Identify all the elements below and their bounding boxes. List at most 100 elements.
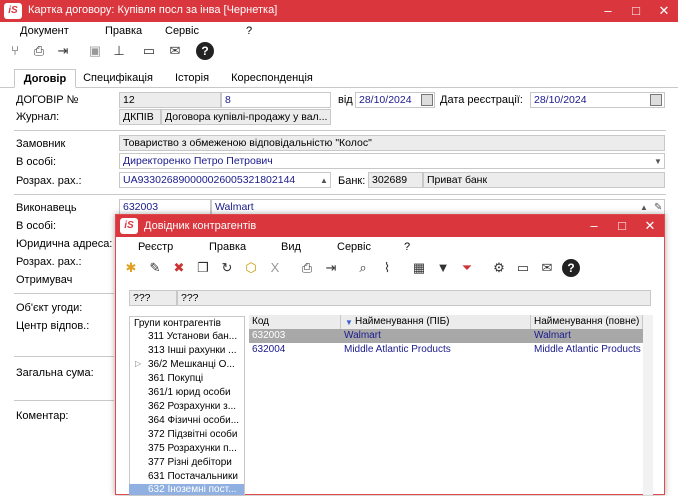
contract-no-label: ДОГОВІР № — [16, 94, 79, 106]
mail-icon[interactable]: ✉ — [538, 259, 556, 277]
chevron-right-icon[interactable]: ▷ — [135, 359, 141, 368]
help-icon[interactable]: ? — [196, 42, 214, 60]
dialog-maximize-button[interactable]: □ — [608, 215, 636, 237]
column-header-code[interactable]: Код — [249, 315, 341, 329]
dialog-menu-edit[interactable]: Правка — [209, 241, 246, 253]
comment-label: Коментар: — [16, 410, 69, 422]
contract-no-1-field[interactable]: 12 — [119, 92, 221, 108]
menu-edit[interactable]: Правка — [105, 25, 142, 37]
group-item[interactable]: 36/2 Мешканці О... — [148, 359, 235, 371]
sort-down-icon: ▼ — [345, 318, 353, 327]
bank-name-field: Приват банк — [423, 172, 665, 188]
journal-code-field[interactable]: ДКПІВ — [119, 109, 161, 125]
print-icon[interactable]: ⎙ — [30, 42, 48, 60]
calendar-icon[interactable] — [421, 94, 433, 106]
dialog-menu-service[interactable]: Сервіс — [337, 241, 371, 253]
reg-date-field[interactable]: 28/10/2024 — [530, 92, 665, 108]
journal-name-field: Договора купівлі-продажу у вал... — [161, 109, 331, 125]
settings-icon[interactable]: ⚙ — [490, 259, 508, 277]
cell-name: Walmart — [344, 330, 381, 341]
executor-code-field[interactable]: 632003 — [119, 199, 211, 215]
package-icon[interactable]: ⬡ — [242, 259, 260, 277]
help-icon[interactable]: ? — [562, 259, 580, 277]
filter-code-field[interactable]: ??? — [129, 290, 177, 306]
menu-service[interactable]: Сервіс — [165, 25, 199, 37]
executor-name-field[interactable]: Walmart — [211, 199, 665, 215]
filter-clear-icon[interactable]: ⏷ — [458, 259, 476, 277]
app-logo-icon: iS — [120, 218, 138, 234]
filter-name-field[interactable]: ??? — [177, 290, 651, 306]
group-item[interactable]: 313 Інші рахунки ... — [148, 345, 237, 357]
dialog-minimize-button[interactable]: – — [580, 215, 608, 237]
excel-icon[interactable]: X — [266, 259, 284, 277]
minimize-button[interactable]: – — [594, 0, 622, 22]
exit-icon[interactable]: ⇥ — [322, 259, 340, 277]
account-field[interactable]: UA933026890000026005321802144 — [119, 172, 331, 188]
vertical-scrollbar[interactable] — [643, 315, 653, 495]
delete-icon[interactable]: ✖ — [170, 259, 188, 277]
app-logo-icon: iS — [4, 3, 22, 19]
table-row-selected[interactable]: 632003 Walmart Walmart — [249, 329, 643, 343]
account-label: Розрах. рах.: — [16, 175, 82, 187]
group-item[interactable]: 631 Постачальники — [148, 471, 238, 483]
total-label: Загальна сума: — [16, 367, 94, 379]
journal-label: Журнал: — [16, 111, 60, 123]
split-icon[interactable]: ⑂ — [6, 42, 24, 60]
tab-specification[interactable]: Специфікація — [80, 69, 156, 88]
in-person-field[interactable]: Директоренко Петро Петрович — [119, 153, 665, 169]
chevron-up-icon[interactable]: ▲ — [320, 176, 328, 185]
in-person2-label: В особі: — [16, 220, 57, 232]
maximize-button[interactable]: □ — [622, 0, 650, 22]
chevron-up-icon[interactable]: ▲ — [640, 203, 648, 212]
tab-contract[interactable]: Договір — [14, 69, 76, 88]
search-icon[interactable]: ⌕ — [354, 259, 372, 277]
exit-icon[interactable]: ⇥ — [54, 42, 72, 60]
bank-label: Банк: — [338, 175, 366, 187]
form-icon[interactable]: ▭ — [514, 259, 532, 277]
chevron-down-icon[interactable]: ▼ — [654, 157, 662, 166]
print-icon[interactable]: ⎙ — [298, 259, 316, 277]
mail-icon[interactable]: ✉ — [166, 42, 184, 60]
copy-icon[interactable]: ❐ — [194, 259, 212, 277]
dialog-menu-registry[interactable]: Реєстр — [138, 241, 173, 253]
group-item[interactable]: 372 Підзвітні особи — [148, 429, 237, 441]
menu-help[interactable]: ? — [246, 25, 252, 37]
table-row[interactable]: 632004 Middle Atlantic Products Middle A… — [249, 343, 643, 357]
new-icon[interactable]: ✱ — [122, 259, 140, 277]
in-person-label: В особі: — [16, 156, 57, 168]
menu-bar: Документ Правка Сервіс ? — [0, 22, 678, 40]
group-item[interactable]: 362 Розрахунки з... — [148, 401, 236, 413]
form-icon[interactable]: ▭ — [140, 42, 158, 60]
column-header-full-name[interactable]: Найменування (повне) — [531, 315, 643, 329]
legal-address-label: Юридична адреса: — [16, 238, 113, 250]
group-item[interactable]: 377 Різні дебітори — [148, 457, 232, 469]
pencil-icon[interactable]: ✎ — [654, 202, 662, 213]
save-icon[interactable]: ▣ — [86, 42, 104, 60]
refresh-icon[interactable]: ↻ — [218, 259, 236, 277]
grid-icon[interactable]: ▦ — [410, 259, 428, 277]
attach-icon[interactable]: ⌇ — [378, 259, 396, 277]
group-item[interactable]: 311 Установи бан... — [148, 331, 237, 343]
group-item[interactable]: 361/1 юрид особи — [148, 387, 231, 399]
menu-document[interactable]: Документ — [20, 25, 69, 37]
divider — [14, 194, 666, 195]
group-item[interactable]: 361 Покупці — [148, 373, 203, 385]
dialog-title: Довідник контрагентів — [144, 220, 257, 232]
dialog-menu-help[interactable]: ? — [404, 241, 410, 253]
calendar-icon[interactable] — [650, 94, 662, 106]
column-header-name[interactable]: Найменування (ПІБ) — [341, 315, 531, 329]
edit-icon[interactable]: ✎ — [146, 259, 164, 277]
group-item[interactable]: 364 Фізичні особи... — [148, 415, 239, 427]
tree-icon[interactable]: ⊥ — [110, 42, 128, 60]
filter-icon[interactable]: ▼ — [434, 259, 452, 277]
contract-no-2-field[interactable]: 8 — [221, 92, 331, 108]
group-item[interactable]: 632 Іноземні пост... — [148, 484, 236, 496]
cell-code: 632004 — [252, 344, 286, 355]
dialog-menu-view[interactable]: Вид — [281, 241, 301, 253]
group-item[interactable]: 375 Розрахунки п... — [148, 443, 237, 455]
tab-correspondence[interactable]: Кореспонденція — [226, 69, 318, 88]
dialog-title-bar: iS Довідник контрагентів – □ ✕ — [116, 215, 664, 237]
tab-history[interactable]: Історія — [166, 69, 218, 88]
close-button[interactable]: ✕ — [650, 0, 678, 22]
dialog-close-button[interactable]: ✕ — [636, 215, 664, 237]
